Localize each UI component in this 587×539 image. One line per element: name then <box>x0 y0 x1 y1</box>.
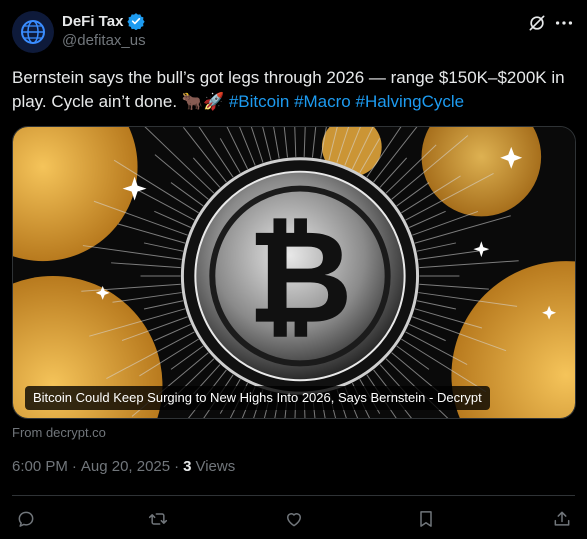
display-name[interactable]: DeFi Tax <box>62 13 123 30</box>
tweet-text: Bernstein says the bull’s got legs throu… <box>12 66 572 114</box>
retweet-icon[interactable] <box>148 509 170 531</box>
tweet-body: Bernstein says the bull’s got legs throu… <box>12 68 565 111</box>
card-caption: Bitcoin Could Keep Surging to New Highs … <box>25 386 490 410</box>
hashtag-macro[interactable]: #Macro <box>294 92 351 111</box>
share-icon[interactable] <box>552 509 574 531</box>
divider <box>12 495 575 496</box>
tweet-time[interactable]: 6:00 PM <box>12 458 68 475</box>
link-card[interactable]: ₿ Bitcoin Could Keep Surging to New High… <box>12 126 576 419</box>
tweet-header: DeFi Tax @defitax_us <box>12 10 575 54</box>
tweet-meta: 6:00 PM · Aug 20, 2025 · 3 Views <box>12 458 235 475</box>
hashtag-bitcoin[interactable]: #Bitcoin <box>229 92 289 111</box>
meta-separator: · <box>71 458 77 475</box>
action-bar <box>16 509 575 531</box>
svg-text:₿: ₿ <box>247 203 353 353</box>
verified-badge-icon <box>127 12 146 31</box>
handle[interactable]: @defitax_us <box>62 32 146 49</box>
views-label: Views <box>195 458 236 475</box>
hashtag-halvingcycle[interactable]: #HalvingCycle <box>355 92 464 111</box>
meta-separator: · <box>174 458 180 475</box>
more-icon[interactable] <box>553 12 575 34</box>
like-icon[interactable] <box>284 509 306 531</box>
reply-icon[interactable] <box>16 509 38 531</box>
grok-icon[interactable] <box>527 13 547 33</box>
tweet-date[interactable]: Aug 20, 2025 <box>81 458 170 475</box>
name-row: DeFi Tax <box>62 12 146 31</box>
avatar[interactable] <box>12 11 54 53</box>
bitcoin-coin-image: ₿ <box>13 127 575 418</box>
bookmark-icon[interactable] <box>416 509 438 531</box>
card-source[interactable]: From decrypt.co <box>12 425 106 440</box>
views-count: 3 <box>183 458 192 475</box>
